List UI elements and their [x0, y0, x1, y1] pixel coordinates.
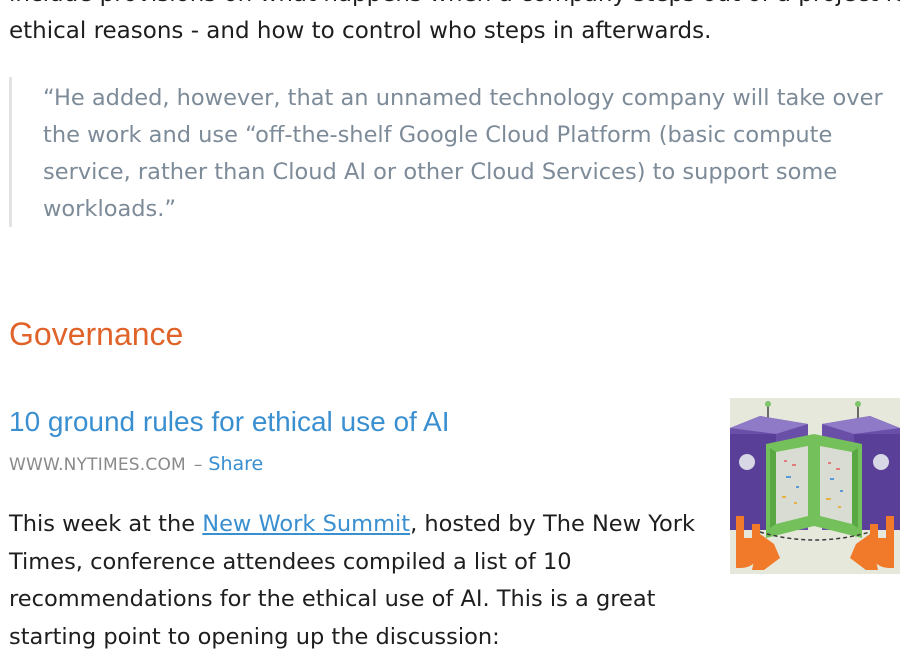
- meta-separator: –: [193, 455, 203, 475]
- quote-line-2: the work and use “off-the-shelf Google C…: [43, 122, 833, 148]
- ai-ethics-illustration: [730, 398, 900, 574]
- body-line-1-prefix: This week at the: [9, 511, 203, 537]
- body-line-3: recommendations for the ethical use of A…: [9, 586, 656, 612]
- newsletter-page: include provisions on what happens when …: [0, 0, 900, 656]
- body-line-4: starting point to opening up the discuss…: [9, 623, 500, 650]
- new-work-summit-link[interactable]: New Work Summit: [202, 511, 410, 537]
- article-title-link[interactable]: 10 ground rules for ethical use of AI: [9, 403, 450, 441]
- body-line-2: Times, conference attendees compiled a l…: [9, 548, 572, 575]
- article-thumbnail[interactable]: [730, 398, 900, 574]
- intro-line-1: include provisions on what happens when …: [9, 0, 900, 13]
- article-body: This week at the New Work Summit, hosted…: [9, 506, 709, 656]
- article-source: WWW.NYTIMES.COM: [9, 455, 186, 475]
- article-meta: WWW.NYTIMES.COM – Share: [9, 452, 263, 477]
- body-line-1: This week at the New Work Summit, hosted…: [9, 506, 709, 544]
- quote-text: “He added, however, that an unnamed tech…: [43, 80, 883, 228]
- quote-line-3: service, rather than Cloud AI or other C…: [43, 159, 838, 185]
- body-line-1-suffix: , hosted by The New York: [410, 511, 695, 537]
- intro-line-2: ethical reasons - and how to control who…: [9, 18, 712, 44]
- section-heading-governance: Governance: [9, 316, 184, 352]
- quote-line-4: workloads.”: [43, 196, 177, 222]
- intro-paragraph: include provisions on what happens when …: [9, 0, 900, 50]
- quote-line-1: “He added, however, that an unnamed tech…: [43, 85, 883, 111]
- blockquote: “He added, however, that an unnamed tech…: [9, 77, 883, 228]
- share-link[interactable]: Share: [208, 453, 263, 475]
